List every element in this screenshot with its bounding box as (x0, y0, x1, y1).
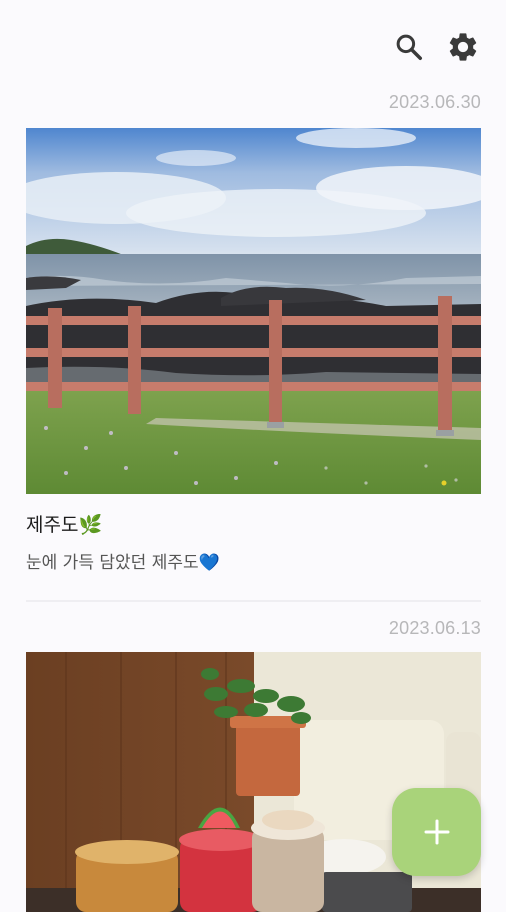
entry-date: 2023.06.30 (388, 92, 481, 112)
add-entry-button[interactable] (392, 788, 481, 876)
entry-title: 제주도🌿 (26, 514, 103, 536)
entry-date: 2023.06.13 (388, 618, 481, 638)
entry-body: 눈에 가득 담았던 제주도💙 (26, 553, 220, 573)
plus-icon (424, 819, 449, 845)
seaside-photo-image (26, 128, 481, 494)
entry-photo-seaside[interactable] (26, 128, 481, 494)
diary-entry[interactable]: 2023.06.30 제주도🌿 눈에 가득 담았던 제주도💙 (26, 0, 481, 600)
